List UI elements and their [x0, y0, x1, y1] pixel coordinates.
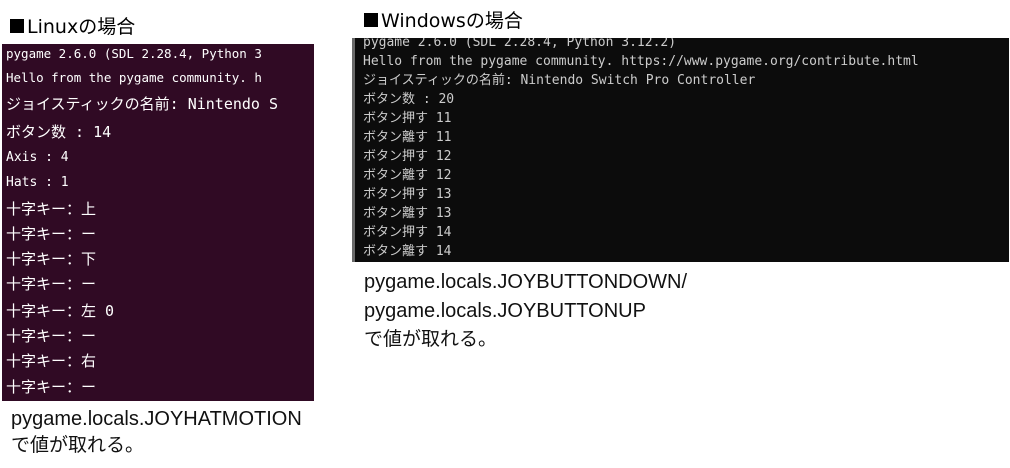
windows-terminal-screenshot: pygame 2.6.0 (SDL 2.28.4, Python 3.12.2)… — [352, 38, 1009, 262]
terminal-line: ボタン押す 14 — [363, 225, 452, 240]
windows-caption-line1: pygame.locals.JOYBUTTONDOWN/ — [364, 271, 688, 293]
windows-heading-text: Windowsの場合 — [381, 10, 523, 32]
terminal-line: ボタン数 : 14 — [6, 123, 112, 141]
terminal-line: ボタン押す 12 — [363, 149, 452, 164]
terminal-line: ボタン数 : 20 — [363, 92, 455, 107]
windows-section-heading: Windowsの場合 — [364, 6, 523, 33]
terminal-line: ボタン離す 11 — [363, 130, 452, 145]
linux-section-heading: Linuxの場合 — [10, 12, 135, 39]
windows-caption-line2: pygame.locals.JOYBUTTONUP — [364, 300, 646, 322]
terminal-line: Axis : 4 — [6, 150, 69, 165]
terminal-line: 十字キー：下 — [6, 250, 97, 268]
terminal-line: Hello from the pygame community. h — [6, 70, 262, 85]
terminal-line: 十字キー：左 0 — [6, 302, 115, 320]
terminal-line: ジョイスティックの名前: Nintendo S — [6, 95, 279, 113]
terminal-line: 十字キー：ー — [6, 327, 97, 345]
linux-heading-text: Linuxの場合 — [27, 16, 136, 38]
terminal-line: 十字キー：ー — [6, 275, 97, 293]
terminal-line: Hats : 1 — [6, 175, 69, 190]
window-border — [352, 38, 355, 262]
linux-caption-line2: で値が取れる。 — [11, 434, 145, 456]
terminal-line: 十字キー：ー — [6, 378, 97, 396]
terminal-line: 十字キー：上 — [6, 200, 97, 218]
terminal-line: pygame 2.6.0 (SDL 2.28.4, Python 3 — [6, 46, 262, 61]
terminal-line: ボタン押す 13 — [363, 187, 452, 202]
terminal-line: ボタン離す 12 — [363, 168, 452, 183]
terminal-line: ボタン押す 11 — [363, 111, 452, 126]
windows-caption-line3: で値が取れる。 — [364, 328, 498, 350]
terminal-line: Hello from the pygame community. https:/… — [363, 54, 919, 69]
terminal-line: ジョイスティックの名前: Nintendo Switch Pro Control… — [363, 73, 756, 88]
terminal-line: ボタン離す 14 — [363, 244, 452, 259]
black-square-icon — [364, 13, 378, 27]
terminal-line: 十字キー：ー — [6, 225, 97, 243]
terminal-line: pygame 2.6.0 (SDL 2.28.4, Python 3.12.2) — [363, 38, 677, 50]
terminal-line: 十字キー：右 — [6, 352, 97, 370]
terminal-line: ボタン離す 13 — [363, 206, 452, 221]
linux-caption-line1: pygame.locals.JOYHATMOTION — [11, 408, 302, 430]
linux-terminal-screenshot: pygame 2.6.0 (SDL 2.28.4, Python 3 Hello… — [2, 44, 314, 401]
black-square-icon — [10, 19, 24, 33]
